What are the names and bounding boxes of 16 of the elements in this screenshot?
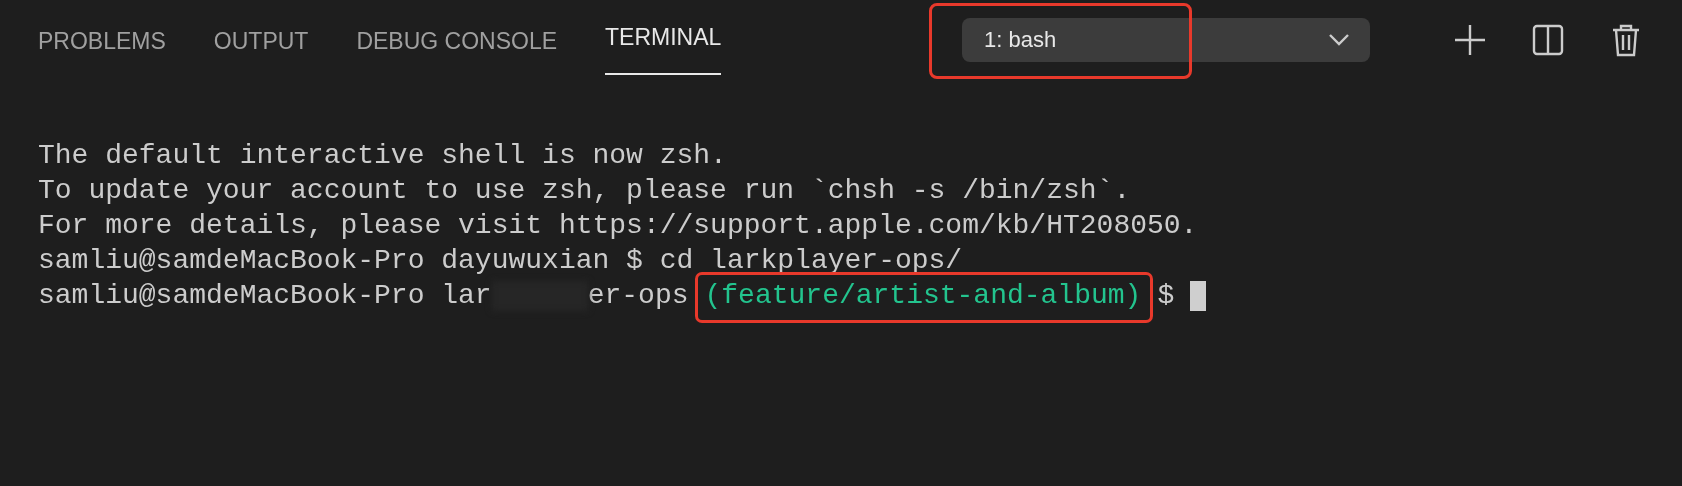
prompt-symbol: $ [1157,279,1175,313]
prompt-text: er-ops [587,279,689,313]
terminal-line: The default interactive shell is now zsh. [38,139,727,173]
split-panel-icon[interactable] [1530,22,1566,58]
chevron-down-icon [1328,33,1350,47]
panel-tab[interactable]: TERMINAL [605,0,722,75]
git-branch: (feature/artist-and-album) [704,278,1142,313]
terminal-line: samliu@samdeMacBook-Pro dayuwuxian $ cd larkplayer-ops/ [38,244,963,278]
plus-icon[interactable] [1452,22,1488,58]
prompt-text: samliu@samdeMacBook-Pro lar [38,279,492,313]
terminal-line: For more details, please visit https://support.apple.com/kb/HT208050. [38,209,1198,243]
panel-tab[interactable]: OUTPUT [213,0,309,80]
panel-tab[interactable]: PROBLEMS [38,0,166,80]
terminal-dropdown[interactable]: 1: bash [962,18,1370,62]
terminal-line: To update your account to use zsh, please run `chsh -s /bin/zsh`. [38,174,1131,208]
panel-tab[interactable]: DEBUG CONSOLE [356,0,558,80]
